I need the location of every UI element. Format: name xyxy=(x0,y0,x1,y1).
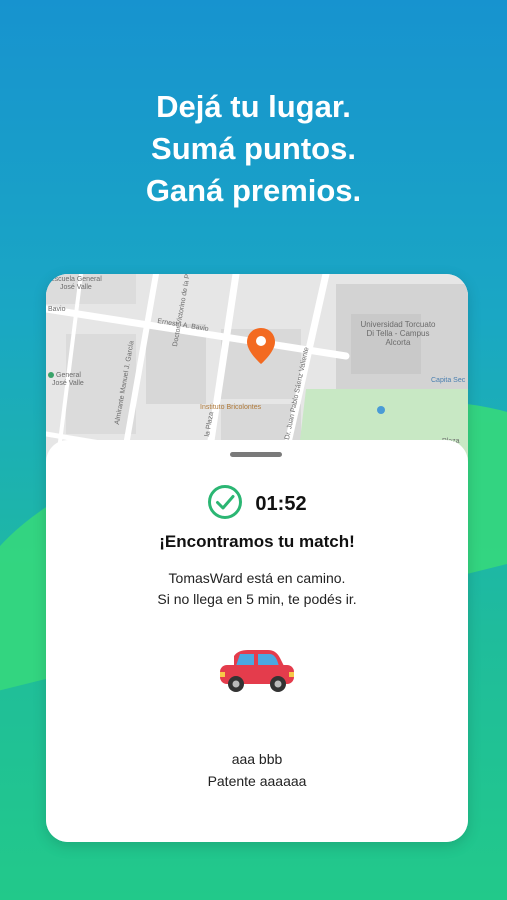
map-label-institute: Instituto Bricolontes xyxy=(200,404,262,411)
car-icon xyxy=(216,650,298,699)
match-message: TomasWard está en camino. Si no llega en… xyxy=(46,568,468,610)
headline-line-1: Dejá tu lugar. xyxy=(156,89,351,124)
map-label-school-left: General xyxy=(56,372,81,379)
bottom-sheet: 01:52 ¡Encontramos tu match! TomasWard e… xyxy=(46,440,468,842)
map-label-capital: Capita Sec xyxy=(431,377,466,384)
map-label-street-bavio-left: Bavio xyxy=(48,306,66,313)
match-message-line-1: TomasWard está en camino. xyxy=(168,570,346,586)
headline: Dejá tu lugar. Sumá puntos. Ganá premios… xyxy=(0,86,507,212)
map-label-university: Universidad Torcuato Di Tella - Campus A… xyxy=(360,320,436,347)
timer-row: 01:52 xyxy=(46,484,468,525)
driver-info: aaa bbb Patente aaaaaa xyxy=(46,748,468,792)
match-message-line-2: Si no llega en 5 min, te podés ir. xyxy=(157,591,357,607)
match-title: ¡Encontramos tu match! xyxy=(159,532,355,551)
drag-handle[interactable] xyxy=(230,452,282,457)
match-card: Escuela General José Valle Bavio Ernesto… xyxy=(46,274,468,842)
license-plate: Patente aaaaaa xyxy=(207,773,307,789)
map-label-school-left-2: José Valle xyxy=(52,380,84,387)
headline-line-2: Sumá puntos. xyxy=(151,131,356,166)
map-label-school-top: Escuela General xyxy=(50,276,102,283)
driver-name: aaa bbb xyxy=(231,751,283,767)
check-circle-icon xyxy=(207,484,243,525)
map-label-school-top-2: José Valle xyxy=(60,284,92,291)
countdown-timer: 01:52 xyxy=(255,493,307,515)
headline-line-3: Ganá premios. xyxy=(145,173,362,208)
location-pin-icon xyxy=(247,328,275,369)
